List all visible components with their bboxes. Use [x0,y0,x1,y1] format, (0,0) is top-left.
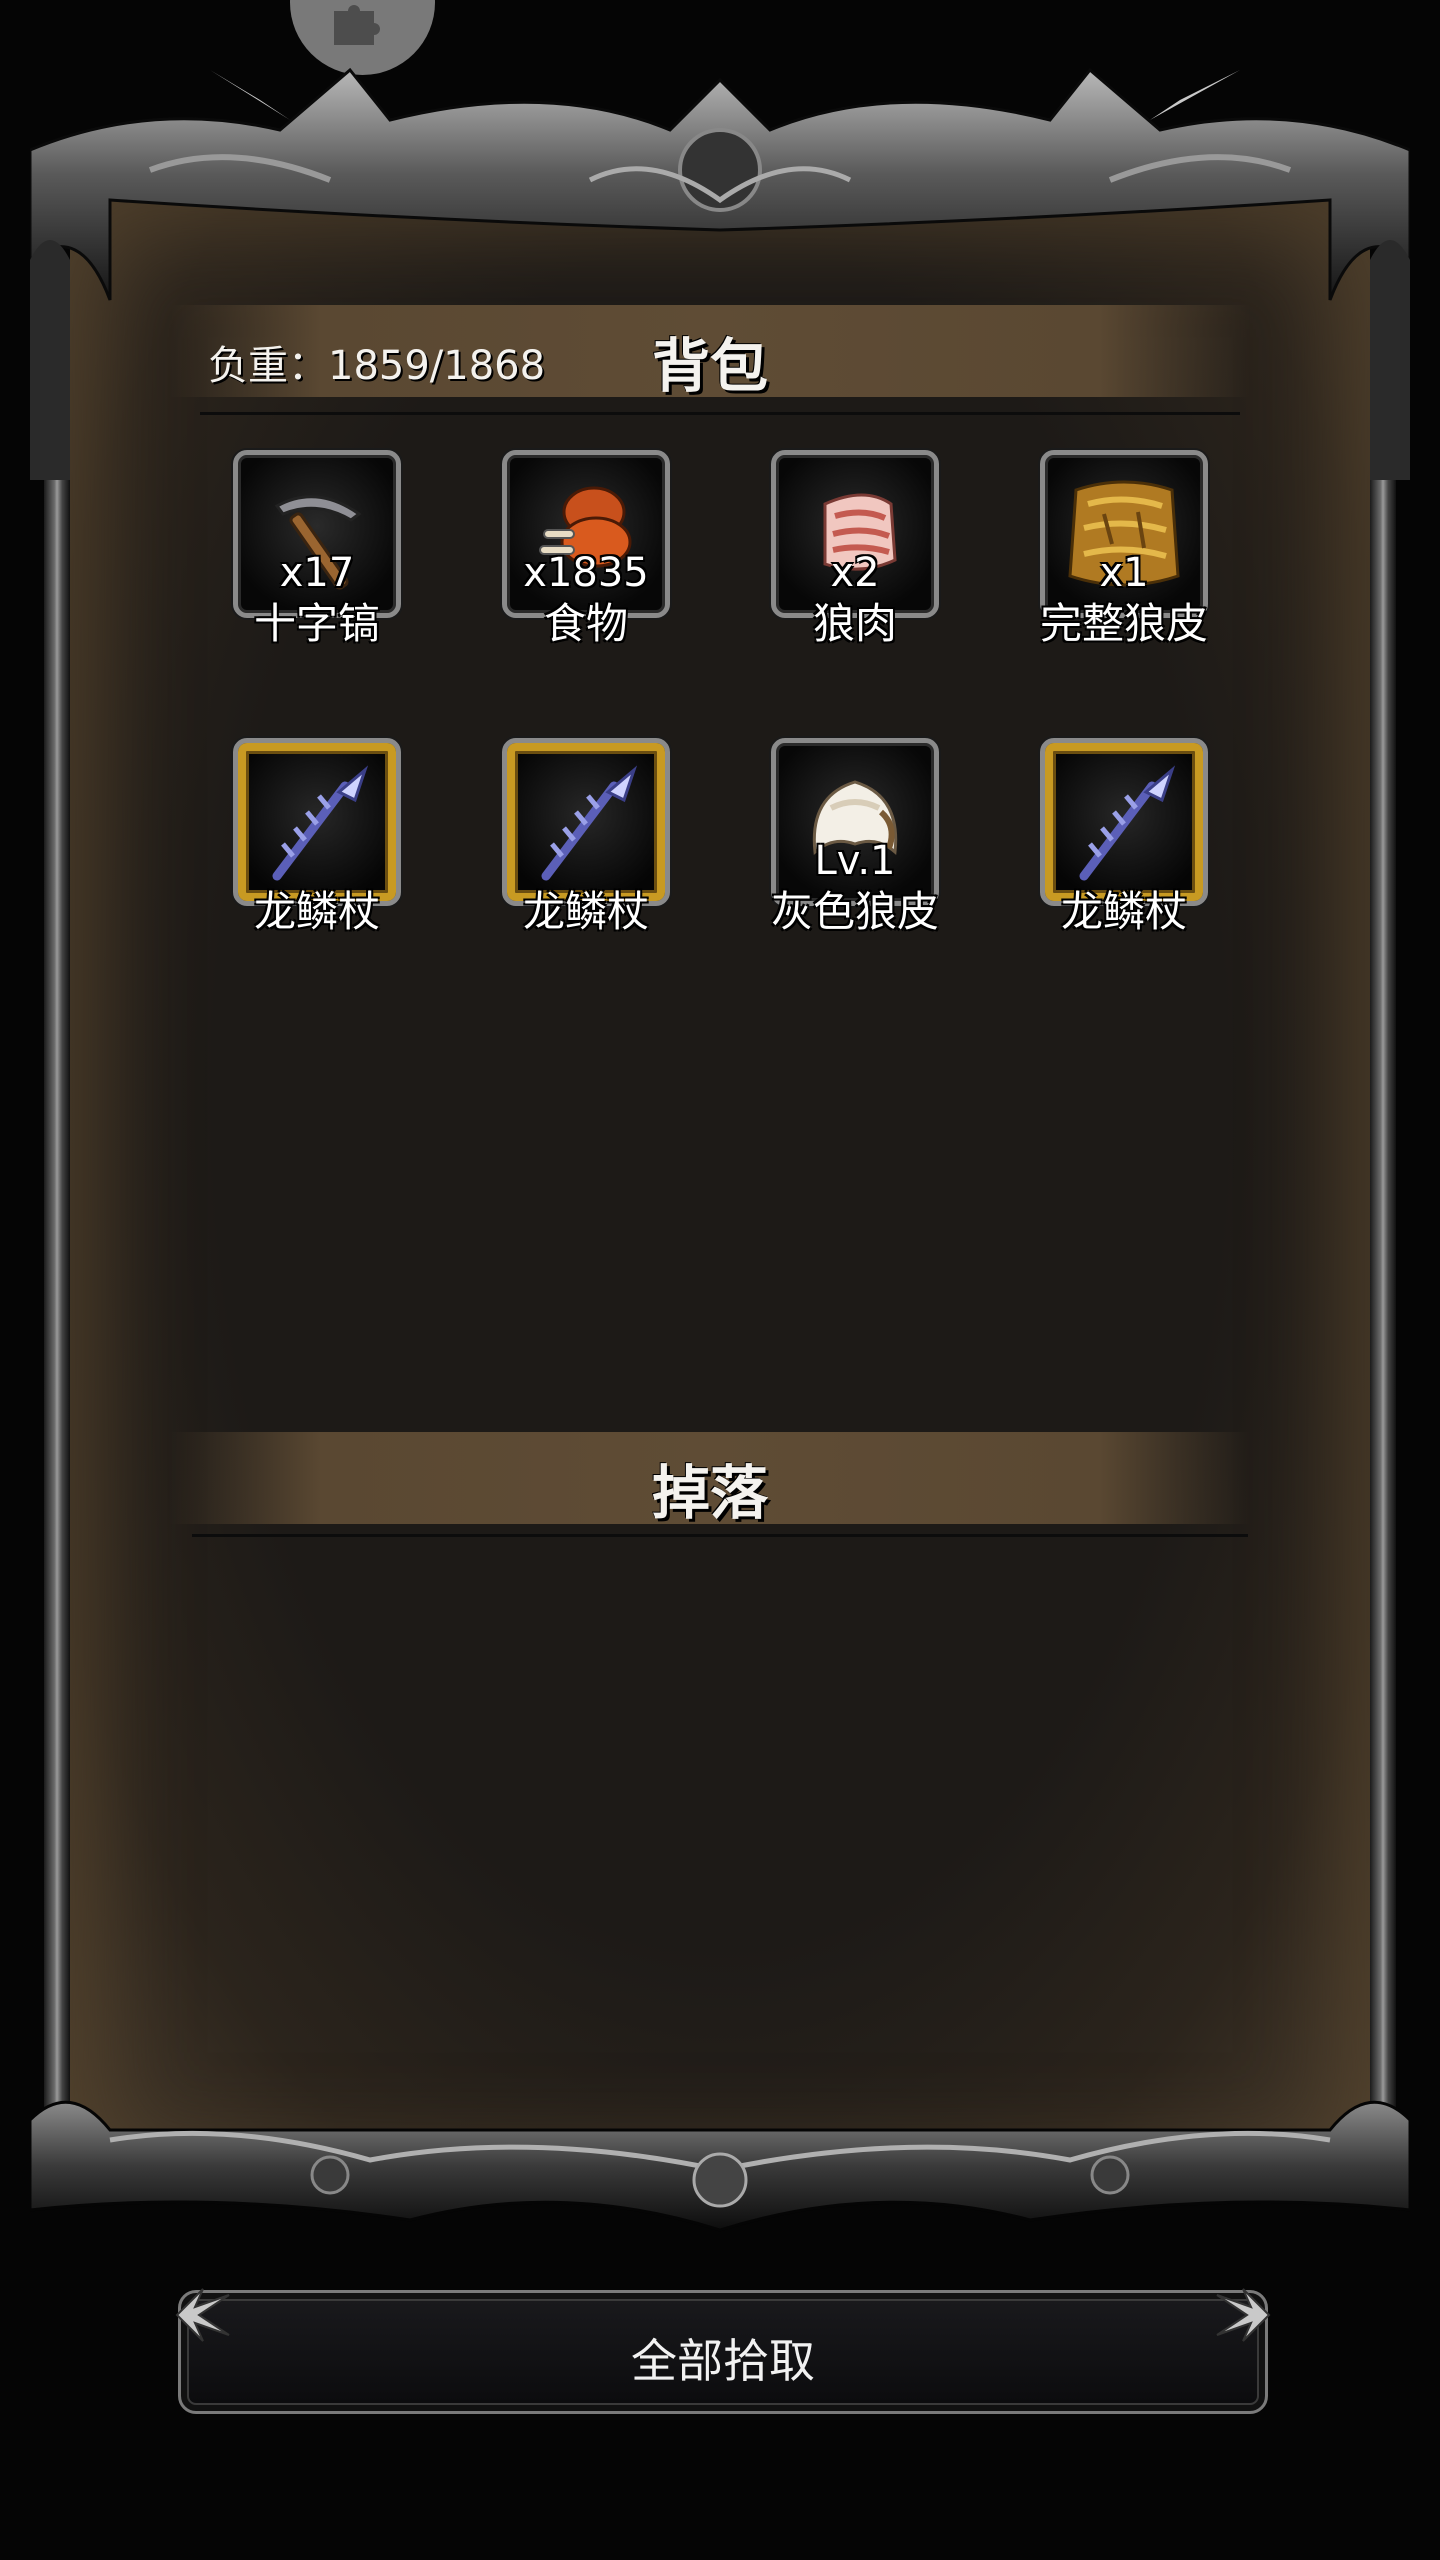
bag-slot[interactable]: x1835 食物 [502,450,672,648]
drops-header-divider [192,1534,1248,1537]
puzzle-icon [334,5,380,45]
dragon-staff-icon [1079,765,1176,881]
weight-label: 负重：1859/1868 [208,343,546,389]
bag-slot[interactable]: x2 狼肉 [771,450,941,648]
dragon-staff-icon [541,765,638,881]
slot-name: 完整狼皮 [1039,599,1208,648]
frame-right-rail [1370,310,1396,2170]
bag-slot[interactable]: x1 完整狼皮 [1040,450,1210,648]
pickup-all-label: 全部拾取 [631,2334,815,2388]
pickup-all-button[interactable]: 全部拾取 [175,2288,1271,2414]
slot-name: 龙鳞杖 [253,887,380,936]
drops-title: 掉落 [651,1459,768,1527]
slot-name: 龙鳞杖 [1060,887,1187,936]
ornate-frame-bottom [30,2100,1410,2232]
slot-name: 灰色狼皮 [770,887,939,936]
bag-slot[interactable]: 龙鳞杖 [233,738,403,936]
slot-name: 十字镐 [253,599,380,648]
slot-name: 狼肉 [812,599,897,648]
bag-slot[interactable]: 龙鳞杖 [1040,738,1210,936]
bag-header-divider [200,412,1240,415]
frame-left-rail [44,310,70,2170]
bag-slot[interactable]: 龙鳞杖 [502,738,672,936]
drops-list [200,1560,1240,2060]
dragon-staff-icon [272,765,369,881]
ornate-frame-top [30,67,1410,480]
bag-slot[interactable]: x17 十字镐 [233,450,403,648]
slot-name: 龙鳞杖 [522,887,649,936]
drops-header: 掉落 [170,1432,1250,1527]
bag-slot[interactable]: Lv.1 灰色狼皮 [771,738,941,936]
slot-name: 食物 [543,599,628,648]
